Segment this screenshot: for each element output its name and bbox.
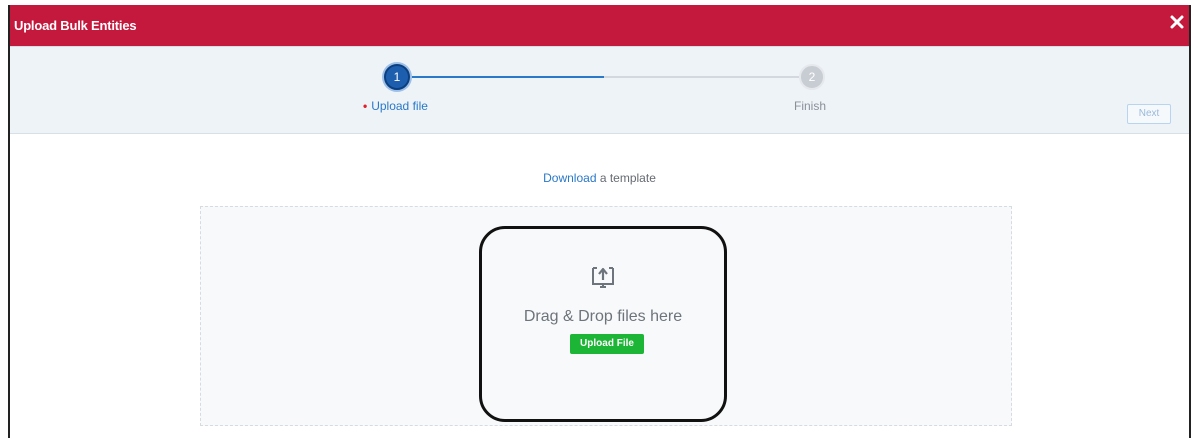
upload-bulk-entities-dialog: Upload Bulk Entities 1 2 • Upload file Fi… bbox=[8, 5, 1191, 438]
step-1-label: • Upload file bbox=[363, 99, 428, 113]
download-template-row: Download a template bbox=[10, 171, 1189, 185]
download-link[interactable]: Download bbox=[543, 171, 596, 185]
download-suffix: a template bbox=[596, 171, 656, 185]
step-2-circle[interactable]: 2 bbox=[799, 64, 825, 90]
step-1-label-text: Upload file bbox=[371, 99, 428, 113]
stepper-bar: 1 2 • Upload file Finish Next bbox=[10, 46, 1189, 134]
dialog-title-bar: Upload Bulk Entities bbox=[10, 5, 1189, 46]
dialog-title: Upload Bulk Entities bbox=[14, 18, 137, 33]
close-icon[interactable] bbox=[1169, 14, 1185, 30]
next-button[interactable]: Next bbox=[1127, 104, 1171, 124]
step-1-circle[interactable]: 1 bbox=[384, 64, 410, 90]
required-dot: • bbox=[363, 99, 368, 113]
stepper-remaining-line bbox=[604, 76, 799, 78]
step-2-label: Finish bbox=[794, 99, 827, 113]
highlight-annotation bbox=[479, 226, 727, 422]
stepper-progress-line bbox=[412, 76, 604, 78]
